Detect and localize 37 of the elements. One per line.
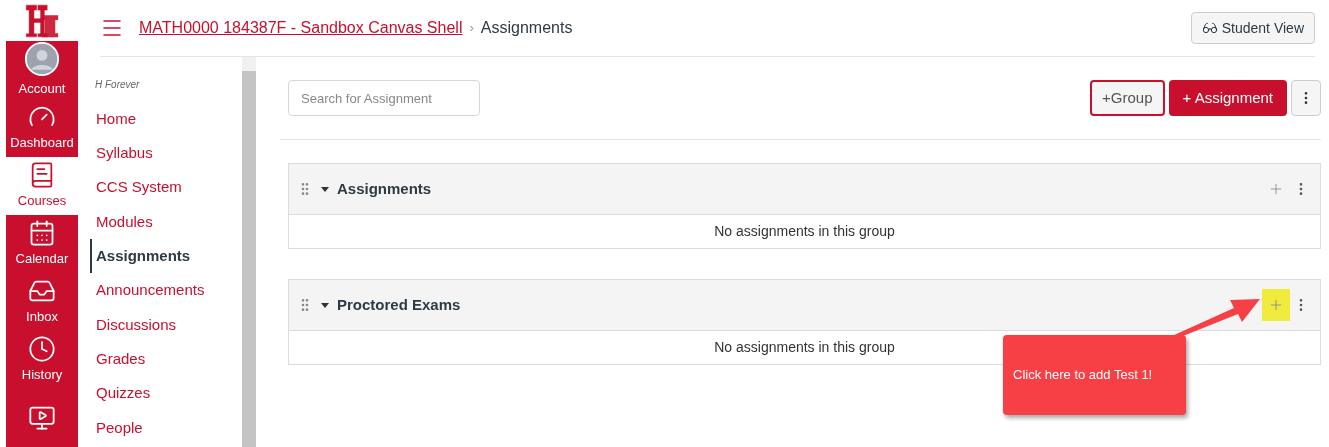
group-title[interactable]: Proctored Exams xyxy=(337,293,461,317)
search-field[interactable]: Search for Assignment xyxy=(288,80,480,116)
global-nav-item[interactable]: History xyxy=(6,331,78,389)
callout-box: Click here to add Test 1! xyxy=(1003,335,1186,415)
student-view-button[interactable]: Student View xyxy=(1190,12,1315,44)
course-nav-link[interactable]: Announcements xyxy=(90,273,242,308)
course-nav-link[interactable]: Syllabus xyxy=(90,136,242,171)
breadcrumb-current: Assignments xyxy=(480,18,573,38)
caret-icon[interactable] xyxy=(321,185,329,193)
add-group-button[interactable]: +Group xyxy=(1090,80,1165,116)
term-label: H Forever xyxy=(94,78,141,92)
course-nav-link[interactable]: Home xyxy=(90,102,242,137)
course-breadcrumb-link[interactable]: MATH0000 184387F - Sandbox Canvas Shell xyxy=(139,16,463,40)
group-title[interactable]: Assignments xyxy=(337,177,432,201)
course-nav-link[interactable]: CCS System xyxy=(90,170,242,205)
plus-icon xyxy=(1268,297,1284,313)
glasses-icon xyxy=(1201,20,1218,36)
clock-icon xyxy=(28,335,56,364)
monitor-icon xyxy=(28,404,56,432)
course-nav-link[interactable]: Modules xyxy=(90,204,242,240)
global-nav-item[interactable]: Inbox xyxy=(6,273,78,331)
avatar-icon xyxy=(24,41,60,78)
empty-group-message: No assignments in this group xyxy=(713,338,896,357)
course-nav-link[interactable]: Grades xyxy=(90,342,242,377)
course-nav-link[interactable]: People xyxy=(90,410,242,445)
course-nav-link[interactable]: Quizzes xyxy=(90,376,242,411)
plus-icon xyxy=(1268,181,1284,197)
global-nav-item[interactable] xyxy=(6,389,78,447)
add-assignment-primary-button[interactable]: + Assignment xyxy=(1168,80,1287,116)
empty-group-message: No assignments in this group xyxy=(713,222,896,241)
global-nav-item[interactable]: Account xyxy=(6,41,78,99)
global-nav-item[interactable]: Calendar xyxy=(6,215,78,273)
breadcrumb-separator: › xyxy=(469,19,474,38)
caret-icon[interactable] xyxy=(321,301,329,309)
course-nav-link[interactable]: Discussions xyxy=(90,307,242,343)
calendar-icon xyxy=(28,219,56,248)
global-nav-item[interactable]: Dashboard xyxy=(6,99,78,157)
